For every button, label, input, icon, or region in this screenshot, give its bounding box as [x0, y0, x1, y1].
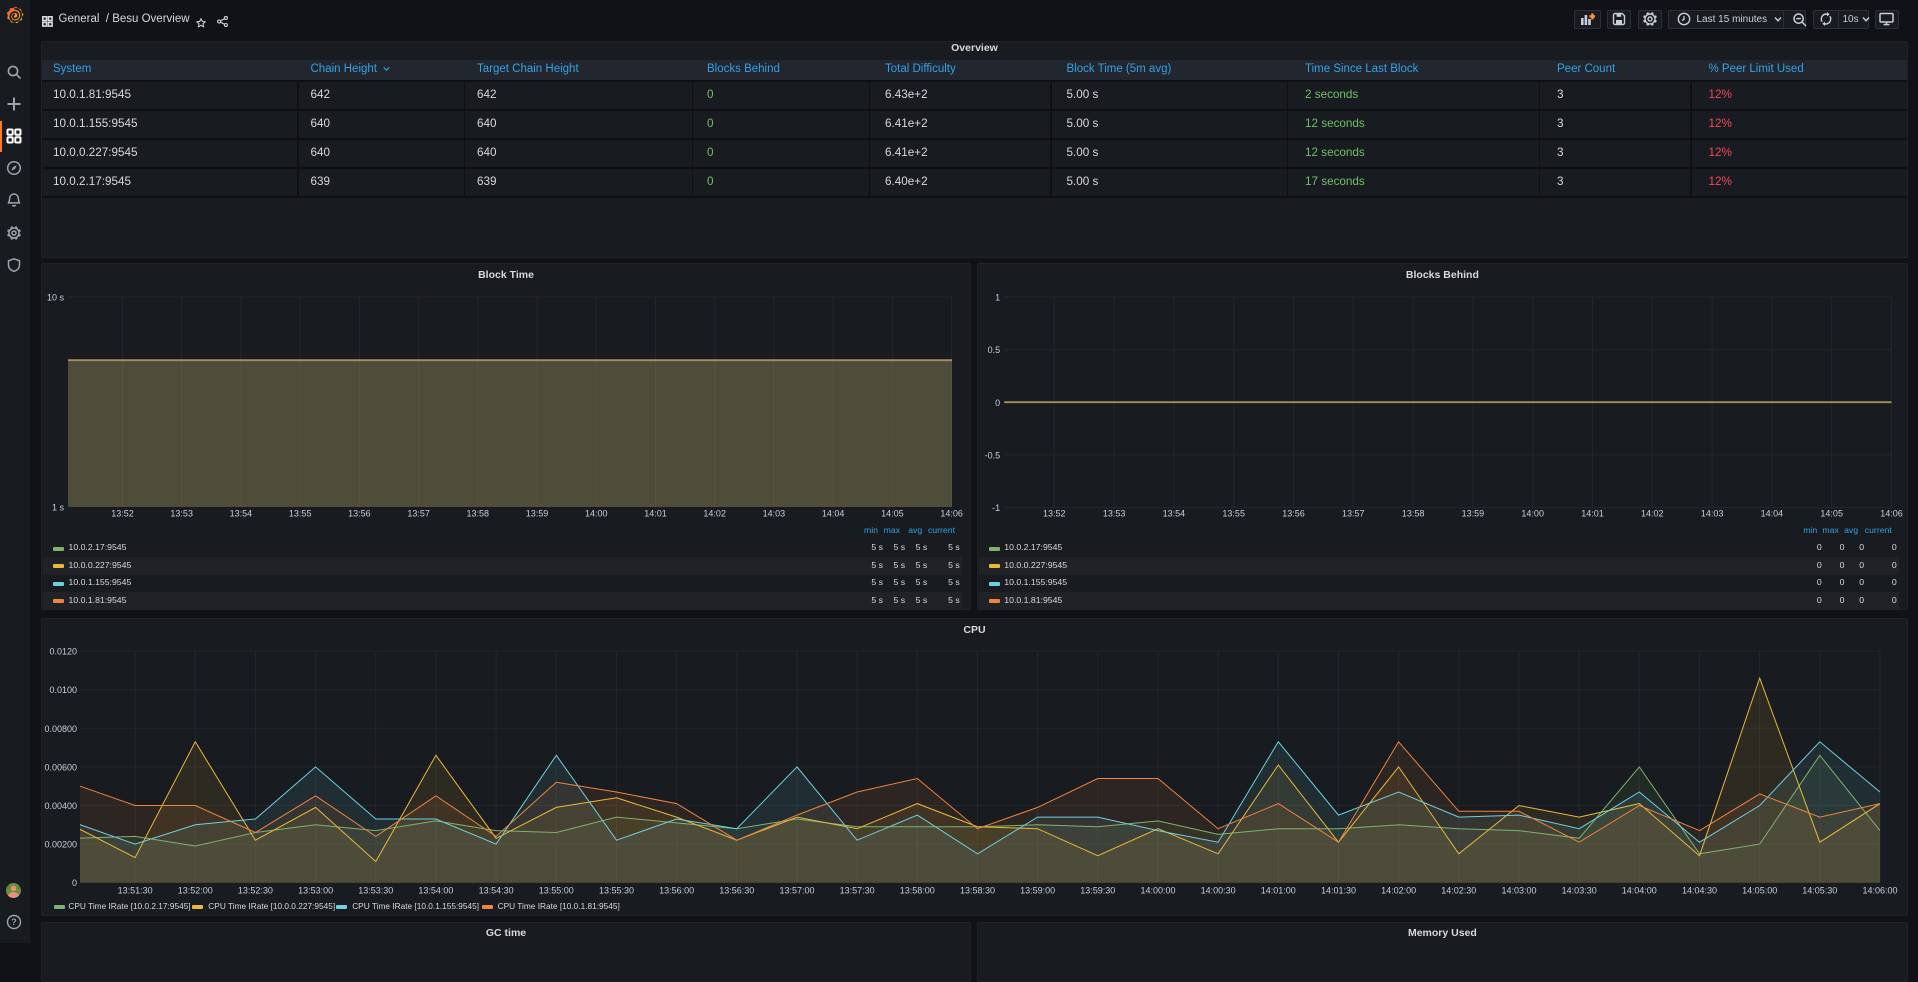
- svg-text:13:52: 13:52: [1043, 509, 1066, 519]
- svg-text:14:01: 14:01: [644, 509, 667, 519]
- svg-text:?: ?: [11, 917, 17, 927]
- svg-text:13:58: 13:58: [1402, 509, 1425, 519]
- svg-text:13:55: 13:55: [1222, 509, 1245, 519]
- svg-text:13:59: 13:59: [526, 509, 549, 519]
- svg-text:0: 0: [995, 398, 1000, 408]
- svg-text:13:58: 13:58: [467, 509, 490, 519]
- svg-text:13:56: 13:56: [1282, 509, 1305, 519]
- svg-text:10 s: 10 s: [47, 293, 65, 303]
- svg-text:13:53: 13:53: [1103, 509, 1126, 519]
- svg-text:14:03: 14:03: [763, 509, 786, 519]
- svg-text:14:06: 14:06: [1880, 509, 1903, 519]
- svg-text:14:00: 14:00: [585, 509, 608, 519]
- svg-text:13:59: 13:59: [1461, 509, 1484, 519]
- svg-text:13:54: 13:54: [230, 509, 253, 519]
- svg-text:13:53: 13:53: [170, 509, 193, 519]
- svg-text:14:02: 14:02: [1641, 509, 1664, 519]
- svg-text:13:54: 13:54: [1162, 509, 1185, 519]
- svg-text:14:05: 14:05: [881, 509, 904, 519]
- svg-text:-1: -1: [992, 503, 1000, 513]
- svg-text:14:01: 14:01: [1581, 509, 1604, 519]
- svg-text:13:57: 13:57: [1342, 509, 1365, 519]
- svg-text:14:06: 14:06: [940, 509, 963, 519]
- svg-text:13:52: 13:52: [111, 509, 134, 519]
- svg-text:0.5: 0.5: [987, 345, 1000, 355]
- svg-text:14:04: 14:04: [1760, 509, 1783, 519]
- svg-text:13:55: 13:55: [289, 509, 312, 519]
- svg-text:1 s: 1 s: [52, 503, 65, 513]
- svg-text:-0.5: -0.5: [984, 450, 1000, 460]
- svg-text:14:03: 14:03: [1701, 509, 1724, 519]
- svg-text:14:02: 14:02: [703, 509, 726, 519]
- svg-text:13:56: 13:56: [348, 509, 371, 519]
- svg-text:14:00: 14:00: [1521, 509, 1544, 519]
- svg-text:14:05: 14:05: [1820, 509, 1843, 519]
- svg-text:14:04: 14:04: [822, 509, 845, 519]
- svg-text:13:57: 13:57: [407, 509, 430, 519]
- svg-text:1: 1: [995, 293, 1000, 303]
